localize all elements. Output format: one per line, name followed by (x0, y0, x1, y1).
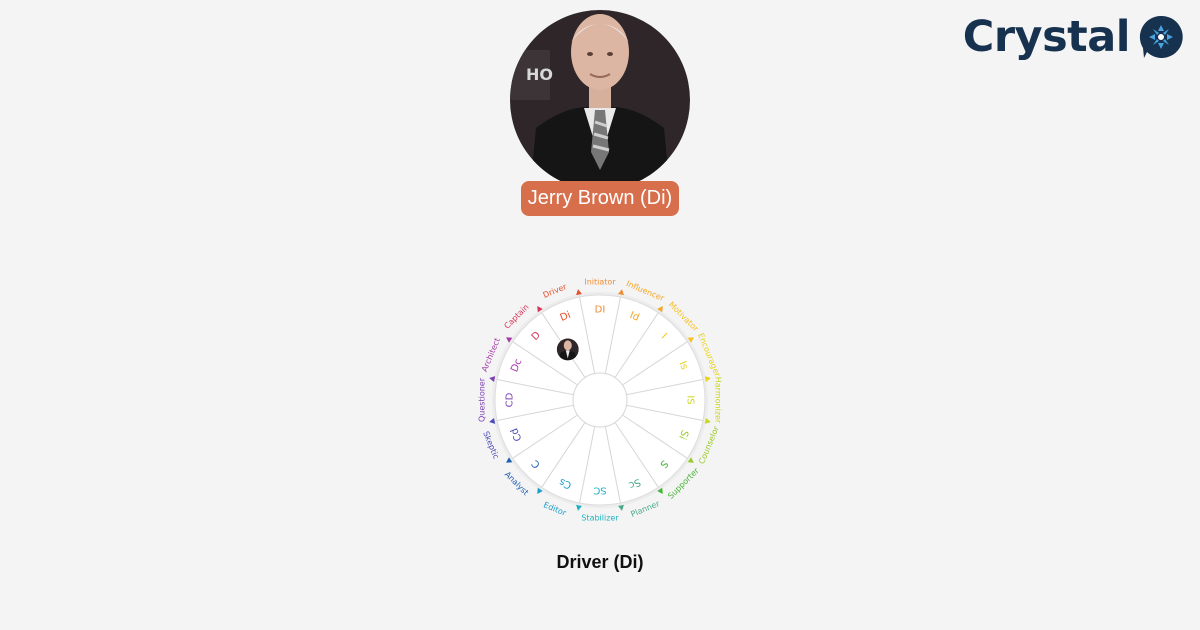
segment-marker (618, 504, 624, 511)
segment-code-is: IS (685, 395, 696, 404)
crystal-logo[interactable]: Crystal (963, 14, 1184, 60)
profile-name-badge: Jerry Brown (Di) (521, 181, 679, 216)
person-photo-icon: HO (510, 10, 690, 190)
segment-marker (489, 376, 496, 382)
segment-name-harmonizer: Harmonizer (714, 377, 723, 424)
segment-name-initiator: Initiator (584, 278, 616, 287)
disc-wheel-chart: DIInitiatorIdInfluencerIMotivatorIs Encou… (478, 278, 723, 523)
segment-name-driver: Driver (542, 282, 569, 300)
segment-code-sc: SC (593, 485, 606, 496)
disc-wheel: DI Initiator Id Influencer I Motivator Is Encou… (470, 270, 730, 530)
profile-photo: HO (510, 10, 690, 190)
wheel-center (572, 372, 628, 428)
segment-marker (489, 418, 496, 424)
segment-marker (704, 418, 711, 424)
brand-wordmark: Crystal (962, 11, 1131, 62)
segment-name-editor: Editor (542, 500, 568, 518)
segment-code-cd: CD (505, 392, 516, 407)
segment-marker (576, 504, 582, 511)
segment-code-di: DI (595, 305, 606, 316)
segment-marker (576, 289, 582, 296)
crystal-logo-icon (1139, 15, 1183, 59)
profile-position-marker (556, 338, 579, 361)
segment-marker (704, 376, 711, 382)
marker-face (563, 340, 572, 351)
segment-marker (618, 289, 624, 296)
segment-name-stabilizer: Stabilizer (581, 514, 619, 523)
personality-type-title: Driver (Di) (556, 552, 644, 572)
svg-text:HO: HO (526, 65, 553, 84)
segment-name-questioner: Questioner (478, 377, 487, 422)
